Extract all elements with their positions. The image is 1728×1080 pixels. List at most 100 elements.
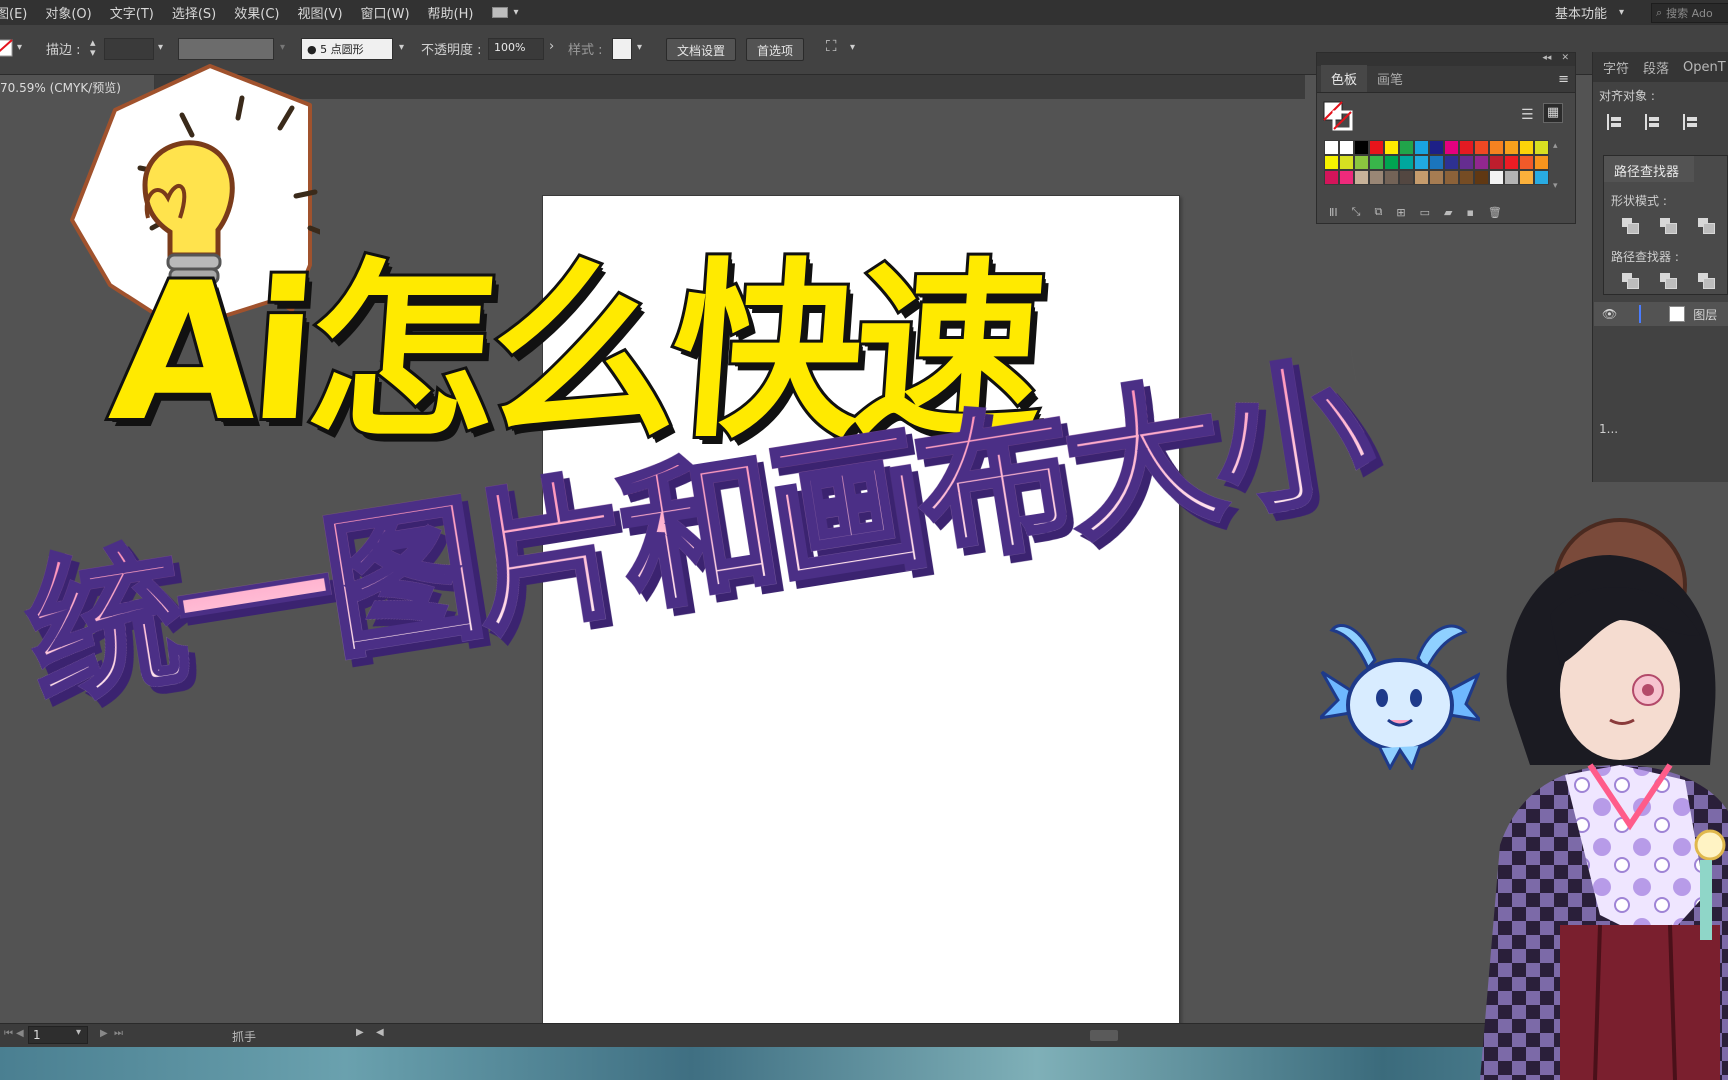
color-swatch[interactable] bbox=[1489, 155, 1504, 170]
color-group-icon[interactable]: ⊞ bbox=[1396, 206, 1405, 219]
color-swatch[interactable] bbox=[1429, 170, 1444, 185]
panel-menu-icon[interactable]: ≡ bbox=[1558, 72, 1569, 87]
color-swatch[interactable] bbox=[1354, 170, 1369, 185]
workspace-switcher[interactable]: 基本功能 ▾ bbox=[1555, 3, 1624, 22]
layer-row[interactable]: 👁 图层 bbox=[1594, 302, 1728, 326]
color-swatch[interactable] bbox=[1504, 140, 1519, 155]
fill-swatch-icon[interactable] bbox=[0, 38, 14, 58]
menu-help[interactable]: 帮助(H) bbox=[419, 3, 483, 22]
status-menu-icon[interactable]: ▶ bbox=[356, 1027, 364, 1038]
color-swatch[interactable] bbox=[1459, 140, 1474, 155]
color-swatch[interactable] bbox=[1399, 140, 1414, 155]
swatch-library-icon[interactable]: ⅡⅠ bbox=[1329, 206, 1338, 219]
graphic-style-swatch[interactable] bbox=[612, 38, 632, 60]
color-swatch[interactable] bbox=[1504, 155, 1519, 170]
color-swatch[interactable] bbox=[1384, 155, 1399, 170]
menu-select[interactable]: 选择(S) bbox=[163, 3, 225, 22]
menu-window[interactable]: 窗口(W) bbox=[352, 3, 419, 22]
minus-front-icon[interactable] bbox=[1660, 218, 1677, 234]
chevron-right-icon[interactable]: › bbox=[549, 39, 554, 54]
color-swatch[interactable] bbox=[1384, 170, 1399, 185]
swatch-kind-icon[interactable]: ⤡ bbox=[1352, 205, 1361, 219]
brush-definition-field[interactable]: ● 5 点圆形 bbox=[301, 38, 393, 60]
preferences-button[interactable]: 首选项 bbox=[746, 38, 805, 61]
color-swatch[interactable] bbox=[1474, 155, 1489, 170]
align-right-icon[interactable] bbox=[1683, 114, 1699, 130]
color-swatch[interactable] bbox=[1339, 170, 1354, 185]
scroll-up-icon[interactable]: ▴ bbox=[1553, 141, 1558, 151]
merge-icon[interactable] bbox=[1698, 273, 1715, 289]
align-left-icon[interactable] bbox=[1607, 114, 1623, 130]
collapse-icon[interactable]: ◂◂ bbox=[1542, 53, 1551, 66]
color-swatch[interactable] bbox=[1519, 170, 1534, 185]
color-swatch[interactable] bbox=[1399, 155, 1414, 170]
next-page-icon[interactable]: ▶ bbox=[100, 1028, 108, 1039]
menu-type[interactable]: 文字(T) bbox=[101, 3, 163, 22]
color-swatch[interactable] bbox=[1459, 155, 1474, 170]
chevron-down-icon[interactable]: ▾ bbox=[850, 42, 855, 53]
fill-stroke-icon[interactable] bbox=[1323, 101, 1353, 131]
unite-icon[interactable] bbox=[1622, 218, 1639, 234]
color-swatch[interactable] bbox=[1369, 140, 1384, 155]
menu-effect[interactable]: 效果(C) bbox=[225, 3, 288, 22]
variable-width-field[interactable] bbox=[178, 38, 274, 60]
chevron-down-icon[interactable]: ▾ bbox=[76, 1027, 81, 1038]
menu-edit[interactable]: 图(E) bbox=[0, 3, 36, 22]
tab-opentype[interactable]: OpenT bbox=[1683, 60, 1726, 75]
stroke-weight-field[interactable] bbox=[104, 38, 154, 60]
tab-pathfinder[interactable]: 路径查找器 bbox=[1604, 156, 1694, 182]
color-swatch[interactable] bbox=[1324, 140, 1339, 155]
color-swatch[interactable] bbox=[1474, 170, 1489, 185]
color-swatch[interactable] bbox=[1414, 140, 1429, 155]
scroll-down-icon[interactable]: ▾ bbox=[1553, 181, 1558, 191]
chevron-down-icon[interactable]: ▾ bbox=[637, 42, 642, 53]
scroll-left-icon[interactable]: ◀ bbox=[376, 1027, 384, 1038]
close-icon[interactable]: ✕ bbox=[1561, 53, 1569, 66]
prev-page-icon[interactable]: ◀ bbox=[16, 1028, 24, 1039]
tab-paragraph[interactable]: 段落 bbox=[1643, 58, 1669, 77]
color-swatch[interactable] bbox=[1444, 140, 1459, 155]
selection-tool-icon[interactable]: ⛶ bbox=[826, 37, 837, 55]
menu-object[interactable]: 对象(O) bbox=[36, 3, 100, 22]
color-swatch[interactable] bbox=[1444, 170, 1459, 185]
chevron-down-icon[interactable]: ▾ bbox=[158, 42, 163, 53]
trim-icon[interactable] bbox=[1660, 273, 1677, 289]
color-swatch[interactable] bbox=[1354, 155, 1369, 170]
first-page-icon[interactable]: ⏮ bbox=[4, 1028, 13, 1039]
tab-character[interactable]: 字符 bbox=[1603, 58, 1629, 77]
color-swatch[interactable] bbox=[1489, 140, 1504, 155]
menu-view[interactable]: 视图(V) bbox=[288, 3, 351, 22]
color-swatch[interactable] bbox=[1369, 155, 1384, 170]
horizontal-scrollbar-thumb[interactable] bbox=[1090, 1030, 1118, 1041]
color-swatch[interactable] bbox=[1414, 155, 1429, 170]
document-setup-button[interactable]: 文档设置 bbox=[666, 38, 737, 61]
color-swatch[interactable] bbox=[1534, 170, 1549, 185]
color-swatch[interactable] bbox=[1324, 155, 1339, 170]
color-swatch[interactable] bbox=[1429, 155, 1444, 170]
color-swatch[interactable] bbox=[1339, 140, 1354, 155]
list-view-icon[interactable]: ☰ bbox=[1521, 107, 1534, 123]
color-swatch[interactable] bbox=[1414, 170, 1429, 185]
color-swatch[interactable] bbox=[1354, 140, 1369, 155]
align-center-icon[interactable] bbox=[1645, 114, 1661, 130]
chevron-down-icon[interactable]: ▾ bbox=[399, 42, 404, 53]
search-input[interactable]: ⌕ 搜索 Ado bbox=[1651, 3, 1728, 23]
eye-icon[interactable]: 👁 bbox=[1602, 307, 1617, 321]
new-group-icon[interactable]: ▭ bbox=[1420, 206, 1430, 219]
color-swatch[interactable] bbox=[1534, 140, 1549, 155]
color-swatch[interactable] bbox=[1519, 140, 1534, 155]
color-swatch[interactable] bbox=[1519, 155, 1534, 170]
color-swatch[interactable] bbox=[1504, 170, 1519, 185]
color-swatch[interactable] bbox=[1534, 155, 1549, 170]
thumbnail-view-icon[interactable]: ▦ bbox=[1543, 103, 1563, 123]
opacity-field[interactable]: 100% bbox=[488, 38, 544, 60]
color-swatch[interactable] bbox=[1369, 170, 1384, 185]
tab-brushes[interactable]: 画笔 bbox=[1367, 65, 1413, 92]
color-swatch[interactable] bbox=[1399, 170, 1414, 185]
stroke-stepper-icon[interactable]: ▴ ▾ bbox=[90, 37, 96, 58]
trash-icon[interactable]: 🗑 bbox=[1488, 206, 1502, 219]
color-swatch[interactable] bbox=[1459, 170, 1474, 185]
new-swatch-icon[interactable]: ▪ bbox=[1466, 206, 1473, 219]
color-swatch[interactable] bbox=[1324, 170, 1339, 185]
chevron-down-icon[interactable]: ▾ bbox=[280, 42, 285, 53]
